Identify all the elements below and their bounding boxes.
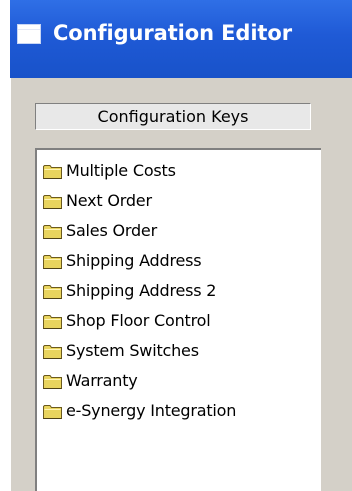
config-editor-window: Configuration Editor Configuration Keys … xyxy=(10,0,352,491)
title-bar[interactable]: Configuration Editor xyxy=(10,0,352,78)
list-item-label: System Switches xyxy=(66,341,199,360)
list-item[interactable]: Sales Order xyxy=(40,218,310,244)
list-item[interactable]: Shop Floor Control xyxy=(40,308,310,334)
list-item-label: e-Synergy Integration xyxy=(66,401,237,420)
list-item-label: Sales Order xyxy=(66,221,157,240)
list-item-label: Shop Floor Control xyxy=(66,311,211,330)
folder-icon xyxy=(43,314,62,329)
folder-icon xyxy=(43,194,62,209)
folder-icon xyxy=(43,404,62,419)
list-item[interactable]: Warranty xyxy=(40,368,310,394)
configuration-keys-list[interactable]: Multiple Costs Next Order Sales Order Shipp… xyxy=(35,148,321,491)
window-border xyxy=(10,78,11,491)
list-item[interactable]: Multiple Costs xyxy=(40,158,310,184)
folder-icon xyxy=(43,254,62,269)
list-item[interactable]: Shipping Address xyxy=(40,248,310,274)
folder-icon xyxy=(43,284,62,299)
list-item[interactable]: e-Synergy Integration xyxy=(40,398,310,424)
list-item-label: Warranty xyxy=(66,371,138,390)
list-item[interactable]: Next Order xyxy=(40,188,310,214)
list-item-label: Multiple Costs xyxy=(66,161,176,180)
list-item[interactable]: System Switches xyxy=(40,338,310,364)
list-item-label: Shipping Address xyxy=(66,251,202,270)
folder-icon xyxy=(43,224,62,239)
window-title: Configuration Editor xyxy=(53,21,292,45)
folder-icon xyxy=(43,164,62,179)
window-icon xyxy=(17,24,41,44)
list-item-label: Next Order xyxy=(66,191,152,210)
folder-icon xyxy=(43,374,62,389)
configuration-keys-header: Configuration Keys xyxy=(35,103,311,130)
list-item-label: Shipping Address 2 xyxy=(66,281,217,300)
folder-icon xyxy=(43,344,62,359)
list-item[interactable]: Shipping Address 2 xyxy=(40,278,310,304)
